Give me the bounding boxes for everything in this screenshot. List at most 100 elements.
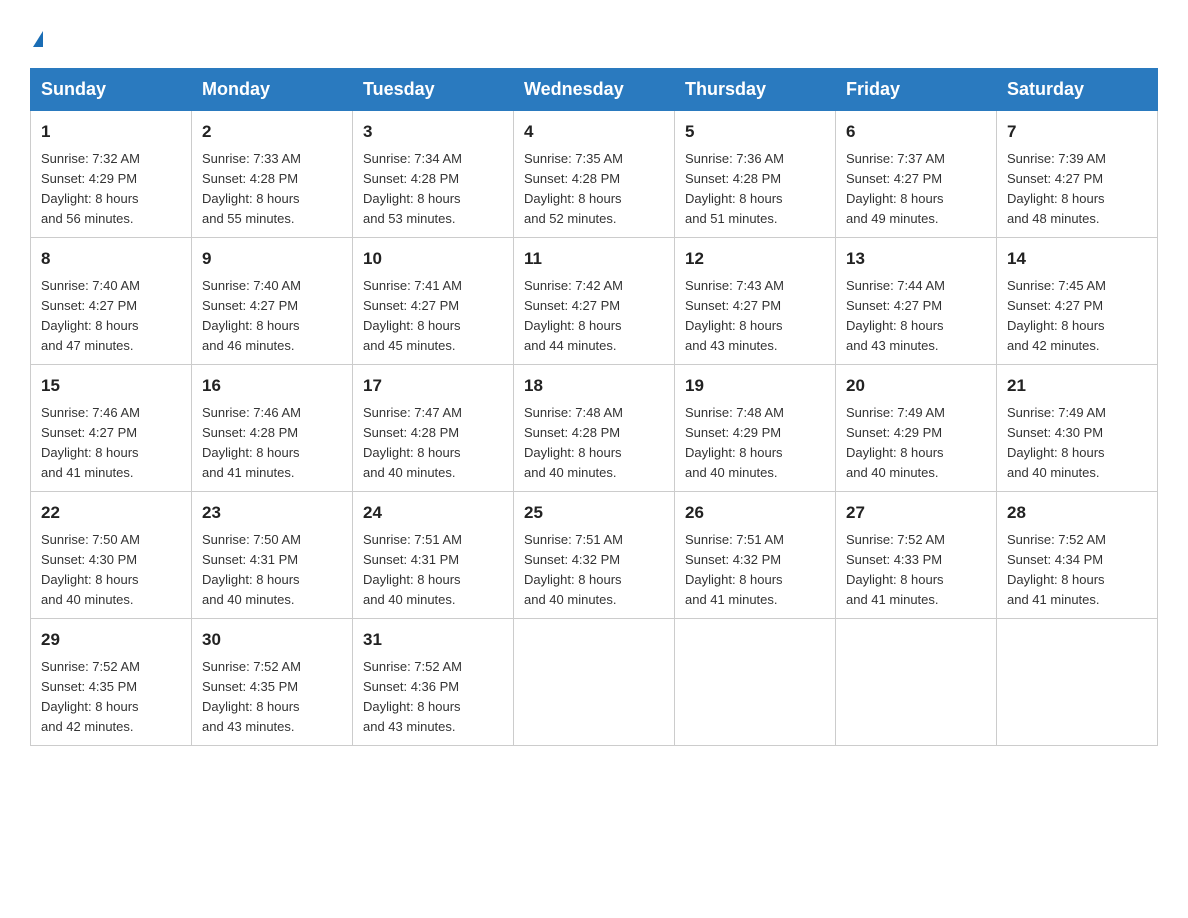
day-info: Sunrise: 7:46 AMSunset: 4:28 PMDaylight:… xyxy=(202,403,342,484)
day-number: 10 xyxy=(363,246,503,272)
day-number: 22 xyxy=(41,500,181,526)
day-header-sunday: Sunday xyxy=(31,69,192,111)
calendar-day-2: 2 Sunrise: 7:33 AMSunset: 4:28 PMDaylight… xyxy=(192,111,353,238)
day-info: Sunrise: 7:48 AMSunset: 4:28 PMDaylight:… xyxy=(524,403,664,484)
calendar-day-28: 28 Sunrise: 7:52 AMSunset: 4:34 PMDayligh… xyxy=(997,492,1158,619)
day-header-monday: Monday xyxy=(192,69,353,111)
page-header xyxy=(30,20,1158,48)
day-number: 23 xyxy=(202,500,342,526)
day-number: 2 xyxy=(202,119,342,145)
calendar-day-14: 14 Sunrise: 7:45 AMSunset: 4:27 PMDayligh… xyxy=(997,238,1158,365)
day-number: 18 xyxy=(524,373,664,399)
day-info: Sunrise: 7:34 AMSunset: 4:28 PMDaylight:… xyxy=(363,149,503,230)
day-info: Sunrise: 7:52 AMSunset: 4:36 PMDaylight:… xyxy=(363,657,503,738)
calendar-week-2: 8 Sunrise: 7:40 AMSunset: 4:27 PMDaylight… xyxy=(31,238,1158,365)
day-number: 3 xyxy=(363,119,503,145)
day-info: Sunrise: 7:43 AMSunset: 4:27 PMDaylight:… xyxy=(685,276,825,357)
day-number: 14 xyxy=(1007,246,1147,272)
day-info: Sunrise: 7:46 AMSunset: 4:27 PMDaylight:… xyxy=(41,403,181,484)
calendar-day-26: 26Sunrise: 7:51 AMSunset: 4:32 PMDayligh… xyxy=(675,492,836,619)
day-info: Sunrise: 7:51 AMSunset: 4:31 PMDaylight:… xyxy=(363,530,503,611)
calendar-day-10: 10 Sunrise: 7:41 AMSunset: 4:27 PMDayligh… xyxy=(353,238,514,365)
calendar-day-9: 9 Sunrise: 7:40 AMSunset: 4:27 PMDaylight… xyxy=(192,238,353,365)
calendar-day-1: 1Sunrise: 7:32 AMSunset: 4:29 PMDaylight… xyxy=(31,111,192,238)
day-number: 27 xyxy=(846,500,986,526)
calendar-week-1: 1Sunrise: 7:32 AMSunset: 4:29 PMDaylight… xyxy=(31,111,1158,238)
calendar-week-5: 29 Sunrise: 7:52 AMSunset: 4:35 PMDayligh… xyxy=(31,619,1158,746)
calendar-day-20: 20 Sunrise: 7:49 AMSunset: 4:29 PMDayligh… xyxy=(836,365,997,492)
empty-cell xyxy=(675,619,836,746)
calendar-day-12: 12 Sunrise: 7:43 AMSunset: 4:27 PMDayligh… xyxy=(675,238,836,365)
empty-cell xyxy=(997,619,1158,746)
day-info: Sunrise: 7:50 AMSunset: 4:30 PMDaylight:… xyxy=(41,530,181,611)
calendar-day-17: 17 Sunrise: 7:47 AMSunset: 4:28 PMDayligh… xyxy=(353,365,514,492)
empty-cell xyxy=(514,619,675,746)
day-info: Sunrise: 7:52 AMSunset: 4:35 PMDaylight:… xyxy=(41,657,181,738)
calendar-day-13: 13Sunrise: 7:44 AMSunset: 4:27 PMDayligh… xyxy=(836,238,997,365)
day-info: Sunrise: 7:40 AMSunset: 4:27 PMDaylight:… xyxy=(202,276,342,357)
day-number: 31 xyxy=(363,627,503,653)
day-info: Sunrise: 7:51 AMSunset: 4:32 PMDaylight:… xyxy=(685,530,825,611)
day-number: 29 xyxy=(41,627,181,653)
calendar-day-31: 31 Sunrise: 7:52 AMSunset: 4:36 PMDayligh… xyxy=(353,619,514,746)
day-number: 7 xyxy=(1007,119,1147,145)
calendar-day-23: 23 Sunrise: 7:50 AMSunset: 4:31 PMDayligh… xyxy=(192,492,353,619)
day-info: Sunrise: 7:50 AMSunset: 4:31 PMDaylight:… xyxy=(202,530,342,611)
day-info: Sunrise: 7:42 AMSunset: 4:27 PMDaylight:… xyxy=(524,276,664,357)
calendar-day-6: 6Sunrise: 7:37 AMSunset: 4:27 PMDaylight… xyxy=(836,111,997,238)
day-number: 25 xyxy=(524,500,664,526)
day-number: 28 xyxy=(1007,500,1147,526)
day-info: Sunrise: 7:40 AMSunset: 4:27 PMDaylight:… xyxy=(41,276,181,357)
day-number: 12 xyxy=(685,246,825,272)
calendar-day-19: 19 Sunrise: 7:48 AMSunset: 4:29 PMDayligh… xyxy=(675,365,836,492)
day-info: Sunrise: 7:41 AMSunset: 4:27 PMDaylight:… xyxy=(363,276,503,357)
calendar-day-4: 4Sunrise: 7:35 AMSunset: 4:28 PMDaylight… xyxy=(514,111,675,238)
calendar-header-row: SundayMondayTuesdayWednesdayThursdayFrid… xyxy=(31,69,1158,111)
calendar-day-30: 30 Sunrise: 7:52 AMSunset: 4:35 PMDayligh… xyxy=(192,619,353,746)
day-number: 11 xyxy=(524,246,664,272)
day-info: Sunrise: 7:52 AMSunset: 4:33 PMDaylight:… xyxy=(846,530,986,611)
logo-triangle-icon xyxy=(33,31,43,47)
calendar-day-3: 3 Sunrise: 7:34 AMSunset: 4:28 PMDaylight… xyxy=(353,111,514,238)
day-number: 20 xyxy=(846,373,986,399)
day-info: Sunrise: 7:49 AMSunset: 4:30 PMDaylight:… xyxy=(1007,403,1147,484)
logo xyxy=(30,20,43,48)
calendar-week-4: 22 Sunrise: 7:50 AMSunset: 4:30 PMDayligh… xyxy=(31,492,1158,619)
logo-top-line xyxy=(30,20,43,48)
day-info: Sunrise: 7:44 AMSunset: 4:27 PMDaylight:… xyxy=(846,276,986,357)
calendar-day-25: 25 Sunrise: 7:51 AMSunset: 4:32 PMDayligh… xyxy=(514,492,675,619)
day-header-friday: Friday xyxy=(836,69,997,111)
day-info: Sunrise: 7:52 AMSunset: 4:35 PMDaylight:… xyxy=(202,657,342,738)
day-info: Sunrise: 7:33 AMSunset: 4:28 PMDaylight:… xyxy=(202,149,342,230)
day-number: 16 xyxy=(202,373,342,399)
day-info: Sunrise: 7:52 AMSunset: 4:34 PMDaylight:… xyxy=(1007,530,1147,611)
day-number: 17 xyxy=(363,373,503,399)
day-number: 9 xyxy=(202,246,342,272)
day-number: 30 xyxy=(202,627,342,653)
day-info: Sunrise: 7:32 AMSunset: 4:29 PMDaylight:… xyxy=(41,149,181,230)
day-info: Sunrise: 7:39 AMSunset: 4:27 PMDaylight:… xyxy=(1007,149,1147,230)
day-info: Sunrise: 7:45 AMSunset: 4:27 PMDaylight:… xyxy=(1007,276,1147,357)
day-number: 19 xyxy=(685,373,825,399)
day-info: Sunrise: 7:35 AMSunset: 4:28 PMDaylight:… xyxy=(524,149,664,230)
day-info: Sunrise: 7:48 AMSunset: 4:29 PMDaylight:… xyxy=(685,403,825,484)
calendar-day-29: 29 Sunrise: 7:52 AMSunset: 4:35 PMDayligh… xyxy=(31,619,192,746)
calendar-day-18: 18 Sunrise: 7:48 AMSunset: 4:28 PMDayligh… xyxy=(514,365,675,492)
calendar-day-21: 21Sunrise: 7:49 AMSunset: 4:30 PMDayligh… xyxy=(997,365,1158,492)
calendar-day-11: 11 Sunrise: 7:42 AMSunset: 4:27 PMDayligh… xyxy=(514,238,675,365)
day-info: Sunrise: 7:47 AMSunset: 4:28 PMDaylight:… xyxy=(363,403,503,484)
day-number: 15 xyxy=(41,373,181,399)
day-header-wednesday: Wednesday xyxy=(514,69,675,111)
calendar-day-7: 7 Sunrise: 7:39 AMSunset: 4:27 PMDaylight… xyxy=(997,111,1158,238)
day-info: Sunrise: 7:49 AMSunset: 4:29 PMDaylight:… xyxy=(846,403,986,484)
calendar-day-22: 22 Sunrise: 7:50 AMSunset: 4:30 PMDayligh… xyxy=(31,492,192,619)
calendar-day-15: 15 Sunrise: 7:46 AMSunset: 4:27 PMDayligh… xyxy=(31,365,192,492)
day-header-saturday: Saturday xyxy=(997,69,1158,111)
calendar-table: SundayMondayTuesdayWednesdayThursdayFrid… xyxy=(30,68,1158,746)
day-header-tuesday: Tuesday xyxy=(353,69,514,111)
calendar-day-27: 27 Sunrise: 7:52 AMSunset: 4:33 PMDayligh… xyxy=(836,492,997,619)
day-info: Sunrise: 7:51 AMSunset: 4:32 PMDaylight:… xyxy=(524,530,664,611)
day-info: Sunrise: 7:36 AMSunset: 4:28 PMDaylight:… xyxy=(685,149,825,230)
calendar-day-8: 8 Sunrise: 7:40 AMSunset: 4:27 PMDaylight… xyxy=(31,238,192,365)
day-number: 8 xyxy=(41,246,181,272)
